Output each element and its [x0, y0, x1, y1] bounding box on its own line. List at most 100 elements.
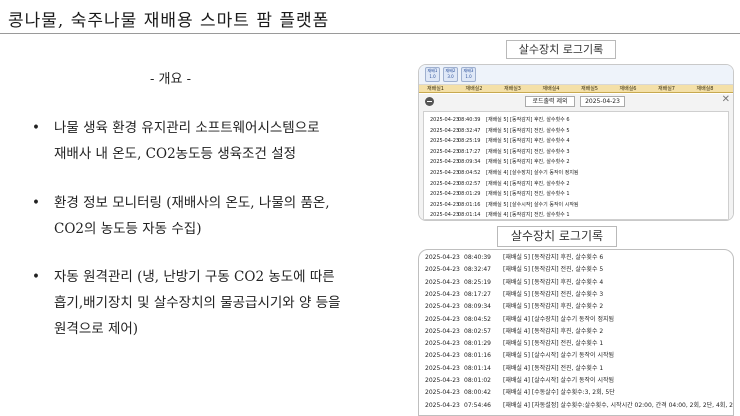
small-window-caption: 살수장치 로그기록 — [506, 40, 616, 59]
log-date: 2025-04-23 — [425, 364, 460, 372]
log-time: 08:01:02 — [464, 377, 491, 384]
log-message: [재배실 4] [살수장치] 살수기 동작이 정지됨 — [503, 315, 615, 323]
room-tab[interactable]: 재배실8 — [697, 85, 714, 93]
sensor-strip: 재배1 1.0 재배2 3.0 재배3 1.0 — [419, 65, 733, 85]
room-tab-bar: 재배실1 재배실2 재배실3 재배실4 재배실5 재배실6 재배실7 재배실8 — [419, 85, 733, 93]
log-row[interactable]: 2025-04-23 08:01:16 [재배실 5] [살수시작] 살수기 동작이… — [419, 350, 733, 362]
room-tab[interactable]: 재배실6 — [620, 85, 637, 93]
log-message: [재배실 5] [동작감지] 후진, 살수횟수 2 — [503, 303, 604, 311]
log-row[interactable]: 2025-04-23 08:40:39 [재배실 5] [동작감지] 후진, 살수횟… — [419, 252, 733, 264]
log-message: [재배실 5] [동작감지] 후진, 살수횟수 6 — [486, 117, 570, 123]
sensor-tile[interactable]: 재배3 1.0 — [461, 67, 476, 82]
log-time: 08:01:29 — [464, 340, 491, 348]
watering-log-window-large: 2025-04-23 08:40:39 [재배실 5] [동작감지] 후진, 살수횟… — [418, 249, 734, 416]
log-date: 2025-04-23 — [425, 315, 460, 323]
log-date: 2025-04-23 — [430, 127, 460, 134]
log-row[interactable]: 2025-04-23 08:01:29 [재배실 5] [동작감지] 전진, 살수횟… — [419, 338, 733, 350]
log-row[interactable]: 2025-04-23 07:54:46 [재배실 4] [자동설정] 살수횟수:살수… — [419, 400, 734, 412]
bullet-line: 흡기,배기장치 및 살수장치의 물공급시기와 양 등을 — [54, 295, 341, 311]
log-row[interactable]: 2025-04-23 08:32:47 [재배실 5] [동작감지] 전진, 살수횟… — [424, 126, 730, 136]
log-row[interactable]: 2025-04-23 08:04:52 [재배실 4] [살수장치] 살수기 동작이… — [419, 314, 733, 326]
sensor-value: 1.0 — [465, 74, 472, 79]
sensor-tile[interactable]: 재배1 1.0 — [425, 67, 440, 82]
room-tab[interactable]: 재배실7 — [658, 85, 675, 93]
sensor-value: 3.0 — [447, 74, 454, 79]
log-date: 2025-04-23 — [430, 159, 460, 166]
log-row[interactable]: 2025-04-23 08:01:14 [재배실 4] [동작감지] 전진, 살수횟… — [424, 210, 730, 220]
log-date: 2025-04-23 — [430, 170, 460, 176]
log-date: 2025-04-23 — [430, 180, 460, 187]
sensor-tile[interactable]: 재배2 3.0 — [443, 67, 458, 82]
bullet-line: 환경 정보 모니터링 (재배사의 온도, 나물의 품온, — [54, 195, 330, 211]
bullet-line: 재배사 내 온도, CO2농도등 생육조건 설정 — [54, 146, 297, 162]
log-time: 08:40:39 — [464, 254, 491, 261]
room-tab[interactable]: 재배실3 — [504, 85, 521, 93]
log-message: [재배실 4] [살수장치] 살수기 동작이 정지됨 — [486, 170, 579, 176]
log-time: 08:01:14 — [464, 364, 491, 372]
log-row[interactable]: 2025-04-23 08:01:29 [재배실 5] [동작감지] 전진, 살수횟… — [424, 189, 730, 199]
log-row[interactable]: 2025-04-23 08:00:42 [재배실 4] [수동살수] 살수횟수:3,… — [419, 387, 733, 399]
log-row[interactable]: 2025-04-23 08:09:34 [재배실 5] [동작감지] 후진, 살수횟… — [424, 157, 730, 167]
log-time: 08:25:19 — [464, 278, 491, 286]
log-message: [재배실 4] [자동설정] 살수횟수:살수횟수, 시작시간 02:00, 간격… — [503, 401, 734, 409]
log-date: 2025-04-23 — [425, 389, 460, 397]
collapse-icon[interactable] — [425, 97, 434, 106]
bullet-line: 나물 생육 환경 유지관리 소프트웨어시스템으로 — [54, 120, 320, 136]
log-time: 08:01:16 — [464, 352, 491, 360]
room-tab[interactable]: 재배실2 — [466, 85, 483, 93]
log-date: 2025-04-23 — [425, 352, 460, 360]
bullet-dot: • — [32, 269, 40, 285]
log-message: [재배실 5] [동작감지] 전진, 살수횟수 5 — [486, 127, 570, 134]
log-message: [재배실 5] [동작감지] 후진, 살수횟수 4 — [503, 278, 604, 286]
sensor-value: 1.0 — [429, 74, 436, 79]
log-time: 08:00:42 — [464, 389, 491, 397]
log-message: [재배실 4] [동작감지] 전진, 살수횟수 1 — [503, 364, 604, 372]
log-time: 08:25:19 — [458, 138, 481, 145]
log-row[interactable]: 2025-04-23 08:40:39 [재배실 5] [동작감지] 후진, 살수횟… — [424, 115, 730, 125]
log-row[interactable]: 2025-04-23 08:09:34 [재배실 5] [동작감지] 후진, 살수횟… — [419, 301, 733, 313]
log-row[interactable]: 2025-04-23 08:01:02 [재배실 4] [살수시작] 살수기 동작이… — [419, 375, 733, 387]
section-heading: - 개요 - — [150, 72, 191, 87]
log-row[interactable]: 2025-04-23 08:02:57 [재배실 4] [동작감지] 후진, 살수횟… — [419, 326, 733, 338]
log-message: [재배실 5] [동작감지] 전진, 살수횟수 3 — [503, 290, 604, 298]
log-row[interactable]: 2025-04-23 08:25:19 [재배실 5] [동작감지] 후진, 살수횟… — [424, 136, 730, 146]
log-date: 2025-04-23 — [430, 117, 460, 123]
log-message: [재배실 5] [동작감지] 전진, 살수횟수 1 — [503, 340, 604, 348]
log-time: 08:01:16 — [458, 201, 481, 208]
log-row[interactable]: 2025-04-23 08:32:47 [재배실 5] [동작감지] 전진, 살수횟… — [419, 264, 733, 276]
log-row[interactable]: 2025-04-23 08:02:57 [재배실 4] [동작감지] 후진, 살수횟… — [424, 179, 730, 189]
log-date: 2025-04-23 — [430, 212, 460, 219]
log-row[interactable]: 2025-04-23 08:01:16 [재배실 5] [살수시작] 살수기 동작이… — [424, 200, 730, 210]
log-toolbar: 로드출력 제외 2025-04-23 ✕ — [419, 94, 733, 109]
log-message: [재배실 5] [동작감지] 후진, 살수횟수 6 — [503, 254, 604, 261]
log-date: 2025-04-23 — [430, 201, 460, 208]
room-tab[interactable]: 재배실1 — [427, 85, 444, 93]
log-row[interactable]: 2025-04-23 08:17:27 [재배실 5] [동작감지] 전진, 살수횟… — [419, 289, 733, 301]
log-time: 08:09:34 — [464, 303, 491, 311]
log-time: 08:02:57 — [458, 180, 481, 187]
room-tab[interactable]: 재배실5 — [581, 85, 598, 93]
log-date: 2025-04-23 — [425, 254, 460, 261]
log-date: 2025-04-23 — [425, 401, 460, 409]
log-time: 08:09:34 — [458, 159, 481, 166]
log-message: [재배실 5] [동작감지] 후진, 살수횟수 4 — [486, 138, 570, 145]
log-message: [재배실 5] [동작감지] 전진, 살수횟수 3 — [486, 148, 570, 155]
log-time: 08:32:47 — [464, 266, 491, 274]
log-date: 2025-04-23 — [430, 148, 460, 155]
log-date: 2025-04-23 — [425, 377, 460, 384]
log-time: 08:01:29 — [458, 191, 481, 198]
log-row[interactable]: 2025-04-23 08:17:27 [재배실 5] [동작감지] 전진, 살수횟… — [424, 147, 730, 157]
filter-button[interactable]: 로드출력 제외 — [525, 96, 575, 107]
log-message: [재배실 4] [살수시작] 살수기 동작이 시작됨 — [503, 377, 615, 384]
log-message: [재배실 5] [살수시작] 살수기 동작이 시작됨 — [486, 201, 579, 208]
log-message: [재배실 5] [살수시작] 살수기 동작이 시작됨 — [503, 352, 615, 360]
bullet-dot: • — [32, 120, 40, 136]
date-field[interactable]: 2025-04-23 — [580, 96, 625, 107]
log-date: 2025-04-23 — [425, 266, 460, 274]
log-row[interactable]: 2025-04-23 08:25:19 [재배실 5] [동작감지] 후진, 살수횟… — [419, 277, 733, 289]
room-tab[interactable]: 재배실4 — [543, 85, 560, 93]
log-row[interactable]: 2025-04-23 08:01:14 [재배실 4] [동작감지] 전진, 살수횟… — [419, 363, 733, 375]
close-icon[interactable]: ✕ — [722, 94, 730, 105]
log-time: 08:17:27 — [458, 148, 481, 155]
log-row[interactable]: 2025-04-23 08:04:52 [재배실 4] [살수장치] 살수기 동작이… — [424, 168, 730, 178]
